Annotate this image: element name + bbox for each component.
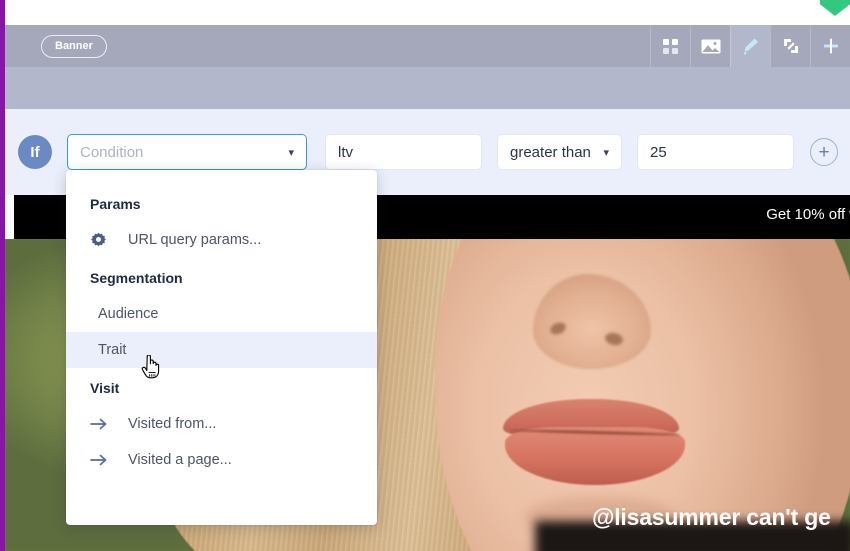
brush-icon — [741, 37, 760, 56]
dropdown-group-title-segmentation: Segmentation — [90, 270, 183, 286]
trait-name-value: ltv — [338, 143, 353, 161]
dropdown-item-visited-a-page[interactable]: Visited a page... — [66, 442, 377, 478]
dropdown-item-url-query-params[interactable]: URL query params... — [66, 222, 377, 258]
dropdown-group-title-visit: Visit — [90, 380, 120, 396]
dropdown-item-label: Visited from... — [128, 415, 217, 432]
operator-value: greater than — [510, 143, 591, 161]
dropdown-group-title-params: Params — [90, 196, 141, 212]
image-icon — [701, 38, 721, 55]
split-icon — [822, 37, 840, 55]
operator-select[interactable]: greater than ▾ — [497, 134, 622, 170]
threshold-value: 25 — [650, 143, 667, 161]
toolbar-icon-group — [650, 25, 850, 67]
if-badge: If — [18, 135, 52, 169]
element-chip-banner[interactable]: Banner — [41, 34, 107, 58]
brush-icon-button[interactable] — [730, 25, 770, 67]
editor-toolbar: Banner — [5, 25, 850, 67]
editor-secondary-band — [5, 67, 850, 109]
condition-type-placeholder: Condition — [80, 143, 144, 161]
hero-caption: @lisasummer can't ge — [592, 504, 831, 530]
arrow-right-icon — [90, 414, 114, 434]
condition-type-select[interactable]: Condition ▾ — [67, 134, 307, 170]
dropdown-item-label: Visited a page... — [128, 451, 232, 468]
left-accent-rail — [0, 0, 5, 551]
dropdown-item-trait[interactable]: Trait — [66, 332, 377, 368]
dropdown-item-label: Audience — [98, 305, 159, 322]
dropdown-item-label: Trait — [98, 341, 127, 358]
chevron-down-icon: ▾ — [288, 146, 294, 159]
condition-row: If Condition ▾ ltv greater than ▾ 25 + — [18, 134, 838, 170]
add-condition-button[interactable]: + — [810, 138, 838, 166]
chevron-down-icon: ▾ — [603, 146, 609, 159]
app-root: Banner @lisasummer can't ge Get 10% off … — [0, 0, 850, 551]
gear-icon — [90, 230, 114, 250]
plus-icon: + — [818, 141, 830, 163]
dropdown-item-audience[interactable]: Audience — [66, 296, 377, 332]
grid-icon — [662, 38, 679, 55]
trait-name-input[interactable]: ltv — [325, 134, 482, 170]
dropdown-item-label: URL query params... — [128, 231, 262, 248]
threshold-input[interactable]: 25 — [637, 134, 794, 170]
expand-icon-button[interactable] — [770, 25, 810, 67]
dropdown-item-visited-from[interactable]: Visited from... — [66, 406, 377, 442]
green-ribbon-icon — [820, 0, 850, 16]
promo-banner-text: Get 10% off with — [766, 206, 850, 223]
condition-dropdown-menu: Params URL query params... Segmentation … — [66, 170, 377, 525]
expand-icon — [782, 37, 800, 55]
grid-icon-button[interactable] — [650, 25, 690, 67]
arrow-right-icon — [90, 450, 114, 470]
split-icon-button[interactable] — [810, 25, 850, 67]
browser-top-strip — [0, 0, 850, 25]
image-icon-button[interactable] — [690, 25, 730, 67]
